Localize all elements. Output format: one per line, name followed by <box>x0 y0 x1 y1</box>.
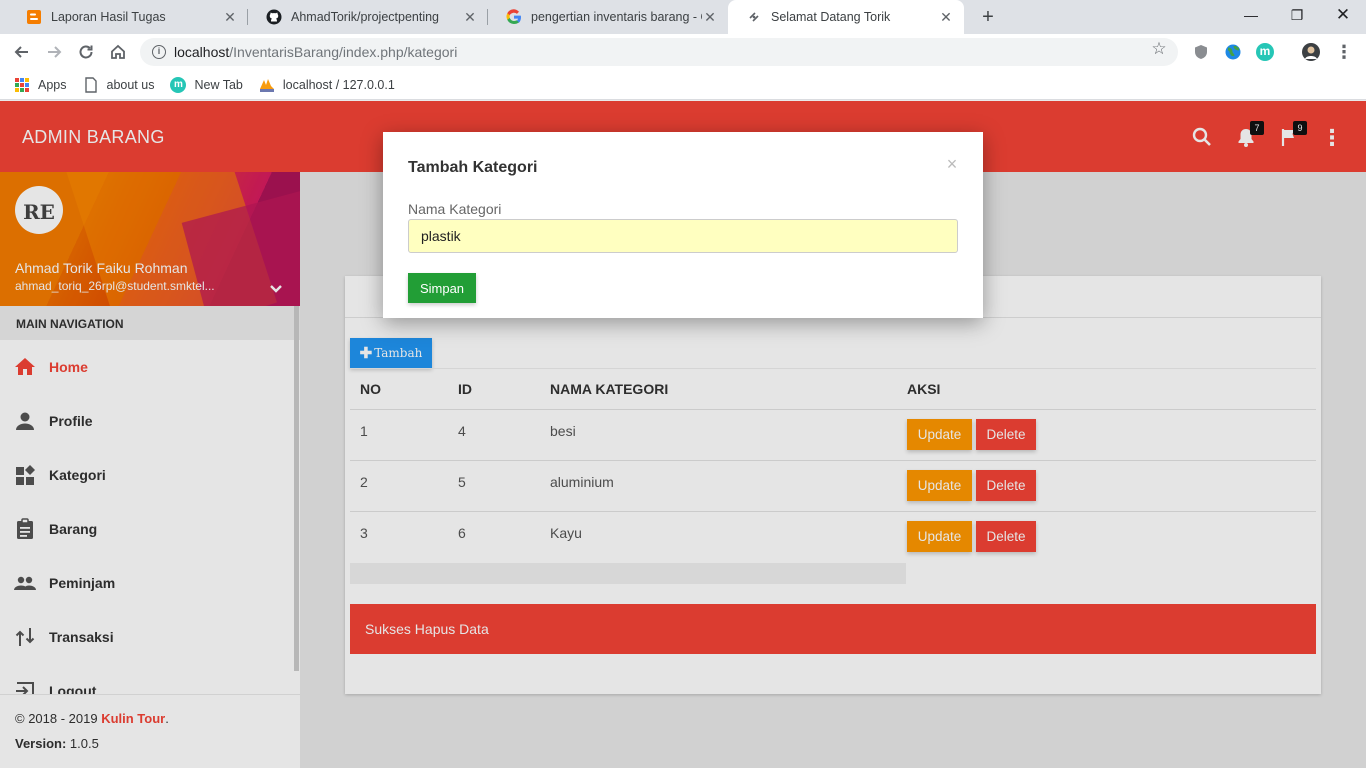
pma-icon <box>259 77 275 93</box>
close-icon[interactable]: ✕ <box>462 9 478 26</box>
blogger-icon <box>26 9 42 25</box>
bookmark-label: Apps <box>38 77 67 92</box>
bookmark-star-icon[interactable]: ☆ <box>1150 40 1168 58</box>
url-path: /InventarisBarang/index.php/kategori <box>229 44 458 60</box>
forward-icon[interactable] <box>42 40 66 64</box>
bookmark-apps[interactable]: Apps <box>14 77 67 93</box>
modal-title: Tambah Kategori <box>408 159 538 176</box>
github-icon <box>266 9 282 25</box>
browser-menu-icon[interactable]: ⋮ <box>1332 40 1356 64</box>
close-icon[interactable]: ✕ <box>702 9 718 26</box>
shield-extension-icon[interactable] <box>1192 43 1210 61</box>
page-icon <box>83 76 99 93</box>
url-host: localhost <box>174 44 230 60</box>
tab-title: Selamat Datang Torik <box>771 10 891 24</box>
minimize-icon[interactable]: — <box>1228 0 1274 30</box>
info-icon[interactable]: i <box>152 45 166 59</box>
back-icon[interactable] <box>10 40 34 64</box>
bookmark-label: about us <box>106 77 155 92</box>
maximize-icon[interactable]: ❐ <box>1274 0 1320 30</box>
address-bar[interactable]: i localhost/InventarisBarang/index.php/k… <box>140 38 1178 66</box>
new-tab-button[interactable]: + <box>976 5 1000 29</box>
browser-tab-laporan[interactable]: Laporan Hasil Tugas ✕ <box>8 0 248 34</box>
close-icon[interactable]: × <box>944 155 960 173</box>
close-icon[interactable]: ✕ <box>222 9 238 26</box>
bookmark-about-us[interactable]: about us <box>83 76 155 93</box>
browser-tab-active[interactable]: Selamat Datang Torik ✕ <box>728 0 964 34</box>
nama-kategori-label: Nama Kategori <box>408 201 502 217</box>
bookmark-phpmyadmin[interactable]: localhost / 127.0.0.1 <box>259 77 395 93</box>
browser-tab-strip: Laporan Hasil Tugas ✕ AhmadTorik/project… <box>0 0 1366 34</box>
bookmark-label: New Tab <box>194 77 243 92</box>
app-root: ADMIN BARANG 7 9 ⋮ RE Ahmad Torik Faiku … <box>0 101 1366 768</box>
simpan-button[interactable]: Simpan <box>408 273 476 303</box>
google-icon <box>506 9 522 25</box>
browser-toolbar: i localhost/InventarisBarang/index.php/k… <box>0 34 1366 70</box>
browser-tab-google[interactable]: pengertian inventaris barang - Go ✕ <box>488 0 728 34</box>
bookmark-new-tab[interactable]: m New Tab <box>170 76 243 93</box>
globe-extension-icon[interactable] <box>1224 43 1242 61</box>
nama-kategori-input[interactable] <box>408 219 958 253</box>
bookmarks-bar: Apps about us m New Tab localhost / 127.… <box>0 70 1366 100</box>
close-icon[interactable]: ✕ <box>938 9 954 26</box>
m-icon: m <box>170 76 187 93</box>
tambah-kategori-modal: Tambah Kategori × Nama Kategori Simpan <box>383 132 983 318</box>
reload-icon[interactable] <box>74 40 98 64</box>
close-window-icon[interactable]: ✕ <box>1320 0 1366 30</box>
m-extension-icon[interactable]: m <box>1256 43 1274 61</box>
tab-title: Laporan Hasil Tugas <box>51 10 166 24</box>
browser-tab-github[interactable]: AhmadTorik/projectpenting ✕ <box>248 0 488 34</box>
profile-avatar-icon[interactable] <box>1302 43 1320 61</box>
bookmark-label: localhost / 127.0.0.1 <box>282 77 395 92</box>
tab-title: AhmadTorik/projectpenting <box>291 10 439 24</box>
link-icon <box>746 9 762 25</box>
tab-title: pengertian inventaris barang - Go <box>531 10 702 24</box>
home-browser-icon[interactable] <box>106 40 130 64</box>
apps-icon <box>14 77 30 93</box>
